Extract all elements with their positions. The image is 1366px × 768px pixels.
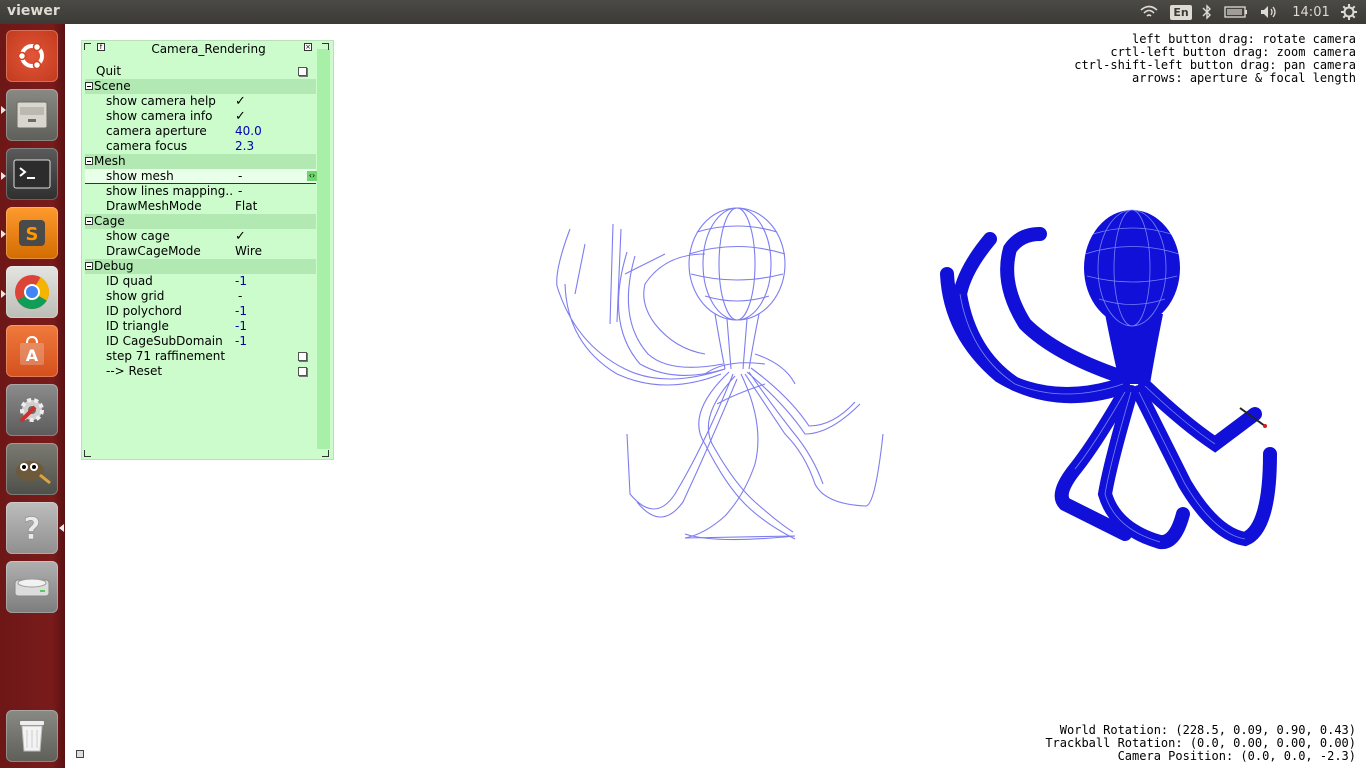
- section-mesh[interactable]: Mesh: [85, 154, 316, 169]
- show-mesh-toggle[interactable]: show mesh - ‹›: [85, 169, 317, 184]
- solid-mesh-model: [940, 209, 1277, 550]
- show-lines-mapping-toggle[interactable]: show lines mapping.. -: [85, 184, 316, 199]
- drive-icon[interactable]: [6, 561, 58, 613]
- window-title: viewer: [7, 3, 60, 19]
- panel-close-icon[interactable]: ×: [304, 43, 312, 51]
- trash-icon[interactable]: [6, 710, 58, 762]
- draw-mesh-mode-select[interactable]: DrawMeshMode Flat: [85, 199, 316, 214]
- draw-cage-mode-select[interactable]: DrawCageMode Wire: [85, 244, 316, 259]
- checkmark-icon: ✓: [235, 229, 246, 244]
- battery-icon[interactable]: [1223, 0, 1249, 24]
- active-indicator: [59, 524, 64, 532]
- id-polychord-field[interactable]: ID polychord -1: [85, 304, 316, 319]
- clock[interactable]: 14:01: [1290, 0, 1332, 24]
- quit-button[interactable]: Quit: [85, 64, 316, 79]
- show-grid-toggle[interactable]: show grid -: [85, 289, 316, 304]
- svg-text:A: A: [26, 346, 39, 365]
- ubuntu-dash-icon[interactable]: [6, 30, 58, 82]
- svg-text:?: ?: [23, 512, 40, 545]
- button-icon: [298, 67, 307, 76]
- checkmark-icon: ✓: [235, 109, 246, 124]
- button-icon: [298, 367, 307, 376]
- bluetooth-icon[interactable]: [1199, 0, 1215, 24]
- chrome-icon[interactable]: [6, 266, 58, 318]
- checkmark-icon: ✓: [235, 94, 246, 109]
- wifi-icon[interactable]: [1138, 0, 1160, 24]
- section-scene[interactable]: Scene: [85, 79, 316, 94]
- keyboard-icon[interactable]: En: [1170, 0, 1192, 24]
- camera-aperture-field[interactable]: camera aperture 40.0: [85, 124, 316, 139]
- show-cage-toggle[interactable]: show cage ✓: [85, 229, 316, 244]
- volume-icon[interactable]: [1258, 0, 1282, 24]
- collapse-icon[interactable]: [85, 262, 93, 270]
- sublime-text-icon[interactable]: S: [6, 207, 58, 259]
- reset-button[interactable]: --> Reset: [85, 364, 316, 379]
- id-cage-subdomain-field[interactable]: ID CageSubDomain -1: [85, 334, 316, 349]
- files-icon[interactable]: [6, 89, 58, 141]
- camera-position: Camera Position: (0.0, 0.0, -2.3): [1117, 749, 1356, 763]
- help-icon[interactable]: ?: [6, 502, 58, 554]
- corner-marker: [84, 450, 91, 457]
- collapse-icon[interactable]: [85, 82, 93, 90]
- camera-rendering-panel: f Camera_Rendering × Quit Scene show cam…: [81, 40, 334, 460]
- camera-focus-field[interactable]: camera focus 2.3: [85, 139, 316, 154]
- gimp-icon[interactable]: [6, 443, 58, 495]
- help-line: arrows: aperture & focal length: [1132, 71, 1356, 85]
- edit-arrows-icon[interactable]: ‹›: [307, 171, 317, 181]
- panel-resize-handle[interactable]: [322, 450, 329, 457]
- section-debug[interactable]: Debug: [85, 259, 316, 274]
- collapse-icon[interactable]: [85, 157, 93, 165]
- svg-text:S: S: [26, 224, 39, 245]
- show-camera-help-toggle[interactable]: show camera help ✓: [85, 94, 316, 109]
- id-quad-field[interactable]: ID quad -1: [85, 274, 316, 289]
- panel-title[interactable]: Camera_Rendering: [82, 42, 335, 56]
- terminal-icon[interactable]: [6, 148, 58, 200]
- button-icon: [298, 352, 307, 361]
- id-triangle-field[interactable]: ID triangle -1: [85, 319, 316, 334]
- keyboard-layout-badge: En: [1170, 4, 1192, 20]
- system-settings-icon[interactable]: [6, 384, 58, 436]
- launcher: S A ?: [0, 24, 65, 768]
- camera-info-text: World Rotation: (228.5, 0.09, 0.90, 0.43…: [1045, 724, 1356, 763]
- gear-icon[interactable]: [1338, 0, 1360, 24]
- corner-marker: [322, 43, 329, 50]
- camera-help-text: left button drag: rotate camera crtl-left…: [1074, 33, 1356, 85]
- resize-corner-icon[interactable]: [76, 750, 84, 758]
- show-camera-info-toggle[interactable]: show camera info ✓: [85, 109, 316, 124]
- wireframe-cage-model: [556, 207, 884, 541]
- section-cage[interactable]: Cage: [85, 214, 316, 229]
- top-panel: viewer En 14:01: [0, 0, 1366, 24]
- software-center-icon[interactable]: A: [6, 325, 58, 377]
- step-raffinement-button[interactable]: step 71 raffinement: [85, 349, 316, 364]
- collapse-icon[interactable]: [85, 217, 93, 225]
- panel-scrollbar[interactable]: [317, 49, 330, 449]
